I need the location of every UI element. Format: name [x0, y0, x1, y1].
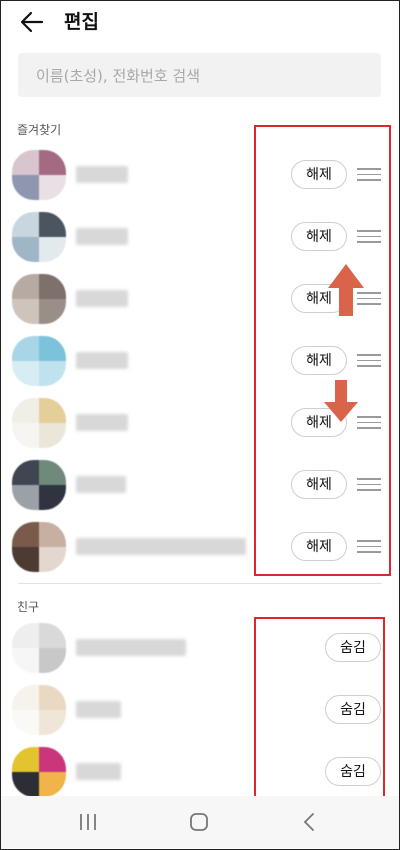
avatar-pixel: [12, 747, 39, 772]
avatar-pixel: [12, 460, 39, 485]
avatar: [12, 398, 66, 448]
contact-name-blurred: [76, 639, 186, 656]
avatar-pixel: [39, 423, 66, 448]
avatar-pixel: [12, 423, 39, 448]
back-arrow-icon[interactable]: [18, 8, 46, 36]
recent-apps-icon[interactable]: [76, 810, 100, 834]
contact-name-blurred: [76, 701, 121, 718]
search-placeholder: 이름(초성), 전화번호 검색: [36, 67, 201, 85]
avatar-pixel: [12, 485, 39, 510]
avatar-pixel: [12, 648, 39, 673]
avatar-pixel: [12, 623, 39, 648]
avatar-pixel: [12, 336, 39, 361]
contact-name-blurred: [76, 166, 128, 183]
down-arrow-icon: [322, 378, 360, 428]
avatar-pixel: [39, 361, 66, 386]
avatar-pixel: [39, 685, 66, 710]
avatar-pixel: [39, 522, 66, 547]
avatar-pixel: [12, 547, 39, 572]
contact-name-blurred: [76, 352, 128, 369]
section-label-friends: 친구: [17, 600, 40, 614]
contact-name-blurred: [76, 763, 121, 780]
avatar: [12, 150, 66, 200]
contact-name-blurred: [76, 290, 128, 307]
highlight-box-favorites: [254, 125, 391, 576]
avatar-pixel: [39, 237, 66, 262]
avatar-pixel: [39, 547, 66, 572]
avatar: [12, 522, 66, 572]
avatar-pixel: [12, 685, 39, 710]
avatar-pixel: [12, 522, 39, 547]
avatar: [12, 336, 66, 386]
avatar-pixel: [39, 485, 66, 510]
contact-name-blurred: [76, 476, 126, 493]
avatar-pixel: [39, 648, 66, 673]
section-label-favorites: 즐겨찾기: [17, 123, 62, 137]
page-title: 편집: [64, 11, 99, 33]
search-input[interactable]: 이름(초성), 전화번호 검색: [18, 53, 381, 97]
avatar: [12, 623, 66, 673]
avatar-pixel: [12, 274, 39, 299]
avatar-pixel: [39, 274, 66, 299]
avatar-pixel: [39, 710, 66, 735]
avatar-pixel: [12, 710, 39, 735]
avatar-pixel: [12, 237, 39, 262]
avatar-pixel: [12, 175, 39, 200]
contact-name-blurred: [76, 414, 128, 431]
system-nav-bar: [1, 796, 399, 848]
highlight-box-friends: [254, 617, 385, 803]
avatar-pixel: [39, 772, 66, 797]
app-header: 편집: [0, 0, 400, 44]
avatar: [12, 212, 66, 262]
avatar: [12, 274, 66, 324]
avatar-pixel: [39, 175, 66, 200]
avatar-pixel: [39, 299, 66, 324]
contact-name-blurred: [76, 228, 128, 245]
avatar-pixel: [39, 212, 66, 237]
avatar-pixel: [39, 460, 66, 485]
avatar-pixel: [12, 772, 39, 797]
avatar-pixel: [39, 623, 66, 648]
nav-back-icon[interactable]: [298, 810, 322, 834]
avatar-pixel: [12, 212, 39, 237]
avatar-pixel: [39, 747, 66, 772]
avatar-pixel: [12, 299, 39, 324]
avatar-pixel: [39, 150, 66, 175]
contact-name-blurred: [76, 538, 246, 555]
avatar: [12, 685, 66, 735]
avatar-pixel: [12, 150, 39, 175]
section-divider: [18, 583, 382, 584]
avatar-pixel: [39, 398, 66, 423]
avatar-pixel: [39, 336, 66, 361]
avatar: [12, 747, 66, 797]
home-icon[interactable]: [187, 810, 211, 834]
avatar-pixel: [12, 398, 39, 423]
up-arrow-icon: [326, 262, 366, 322]
avatar: [12, 460, 66, 510]
avatar-pixel: [12, 361, 39, 386]
